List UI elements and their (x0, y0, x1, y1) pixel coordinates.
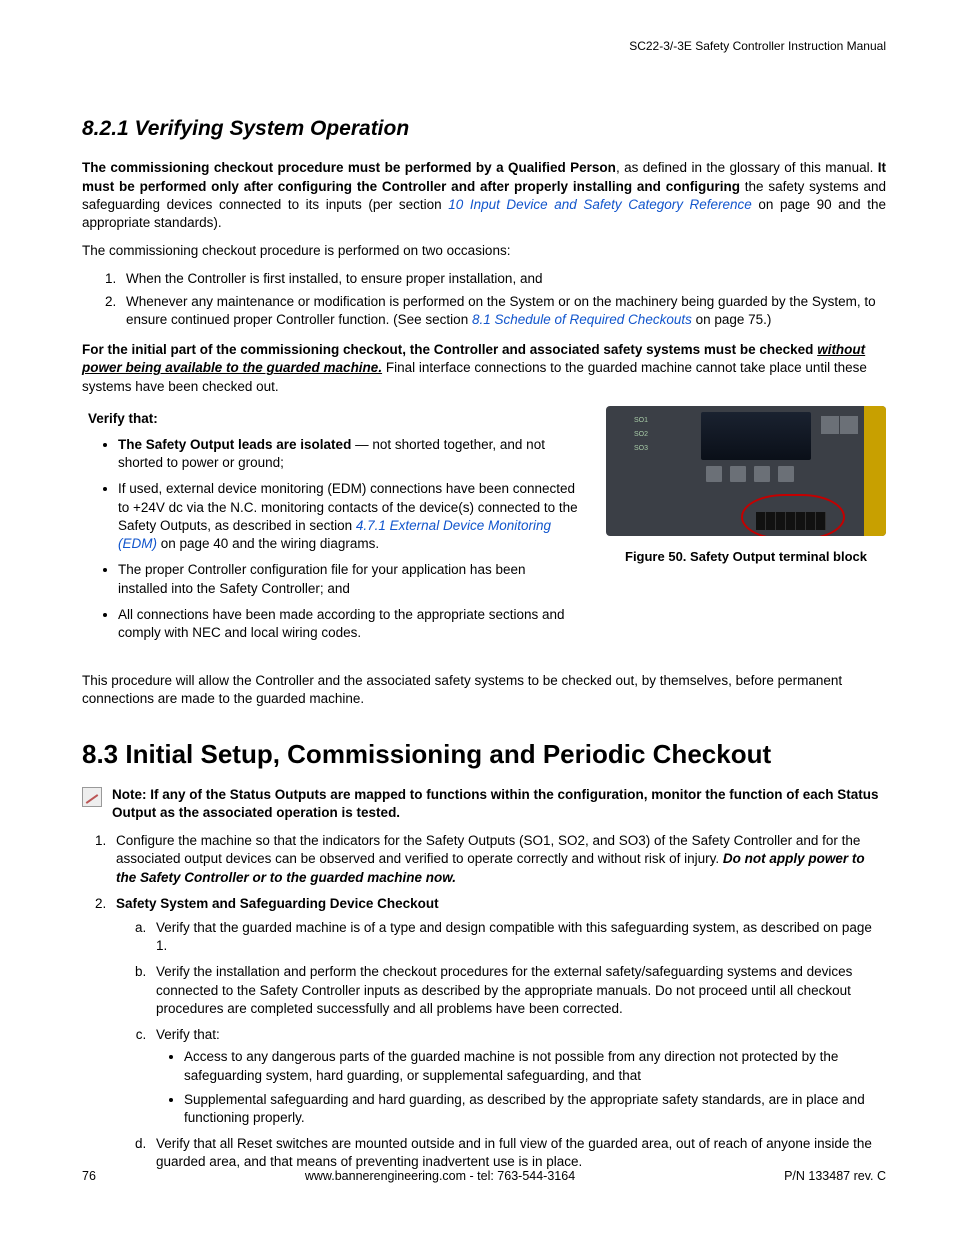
note-text: Note: If any of the Status Outputs are m… (112, 786, 886, 822)
note-icon (82, 787, 102, 807)
figure-50-caption: Figure 50. Safety Output terminal block (606, 548, 886, 566)
led-label-so1: SO1 (634, 416, 648, 425)
list-item: Verify that the guarded machine is of a … (150, 919, 886, 955)
step-2c-bullets: Access to any dangerous parts of the gua… (156, 1048, 886, 1127)
paragraph-initial-checkout: For the initial part of the commissionin… (82, 341, 886, 396)
paragraph-procedure-note: This procedure will allow the Controller… (82, 672, 886, 708)
text: , as defined in the glossary of this man… (616, 160, 878, 175)
page-number: 76 (82, 1168, 96, 1185)
text: on page 75.) (692, 312, 772, 327)
list-item: All connections have been made according… (118, 606, 578, 642)
text-bold: The commissioning checkout procedure mus… (82, 160, 616, 175)
text: Verify that: (156, 1027, 220, 1042)
verify-list: The Safety Output leads are isolated — n… (82, 436, 578, 642)
list-item: When the Controller is first installed, … (120, 270, 886, 288)
heading-8-3: 8.3 Initial Setup, Commissioning and Per… (82, 737, 886, 772)
figure-50-image: SO1 SO2 SO3 (606, 406, 886, 536)
list-item: Verify that: Access to any dangerous par… (150, 1026, 886, 1127)
checkout-steps-list: Configure the machine so that the indica… (82, 832, 886, 1172)
link-section-10[interactable]: 10 Input Device and Safety Category Refe… (448, 197, 752, 212)
list-item: The Safety Output leads are isolated — n… (118, 436, 578, 472)
list-item: Safety System and Safeguarding Device Ch… (110, 895, 886, 1172)
paragraph-intro-1: The commissioning checkout procedure mus… (82, 159, 886, 232)
document-header: SC22-3/-3E Safety Controller Instruction… (629, 38, 886, 54)
occasions-list: When the Controller is first installed, … (82, 270, 886, 329)
list-item: Whenever any maintenance or modification… (120, 293, 886, 329)
verify-heading: Verify that: (88, 410, 578, 428)
footer-pn: P/N 133487 rev. C (784, 1168, 886, 1185)
step-2-heading: Safety System and Safeguarding Device Ch… (116, 896, 439, 911)
callout-circle-icon (741, 494, 845, 536)
text: on page 40 and the wiring diagrams. (157, 536, 379, 551)
text-bold: The Safety Output leads are isolated (118, 437, 351, 452)
text-bold: For the initial part of the commissionin… (82, 342, 817, 357)
list-item: The proper Controller configuration file… (118, 561, 578, 597)
link-section-8-1[interactable]: 8.1 Schedule of Required Checkouts (472, 312, 692, 327)
step-2-sublist: Verify that the guarded machine is of a … (116, 919, 886, 1172)
footer-contact: www.bannerengineering.com - tel: 763-544… (305, 1168, 575, 1185)
paragraph-intro-2: The commissioning checkout procedure is … (82, 242, 886, 260)
led-label-so3: SO3 (634, 444, 648, 453)
list-item: If used, external device monitoring (EDM… (118, 480, 578, 553)
list-item: Access to any dangerous parts of the gua… (184, 1048, 886, 1084)
list-item: Configure the machine so that the indica… (110, 832, 886, 887)
list-item: Verify the installation and perform the … (150, 963, 886, 1018)
led-label-so2: SO2 (634, 430, 648, 439)
list-item: Verify that all Reset switches are mount… (150, 1135, 886, 1171)
list-item: Supplemental safeguarding and hard guard… (184, 1091, 886, 1127)
heading-8-2-1: 8.2.1 Verifying System Operation (82, 115, 886, 143)
